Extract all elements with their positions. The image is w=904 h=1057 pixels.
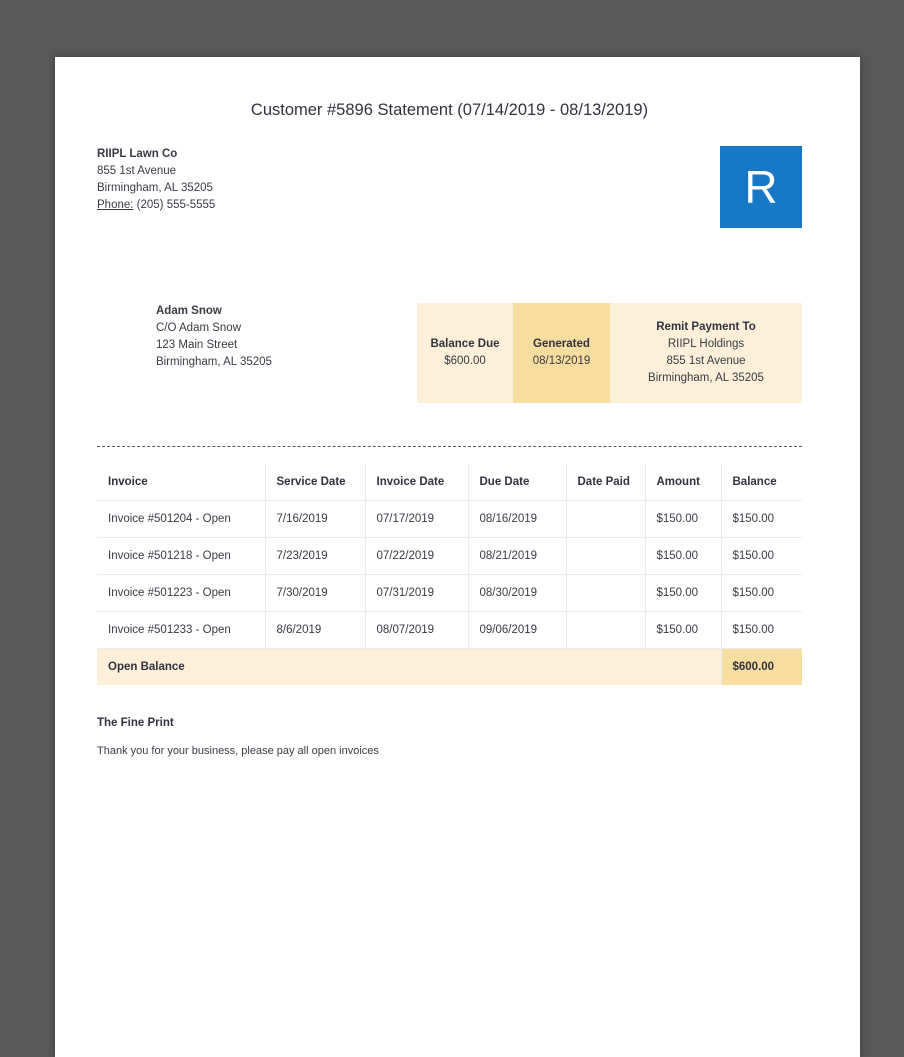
cell-invoice: Invoice #501223 - Open: [96, 574, 266, 612]
cell-balance: $150.00: [720, 500, 803, 538]
customer-name: Adam Snow: [156, 305, 222, 317]
cell-date-paid: [565, 611, 646, 649]
cell-invoice: Invoice #501218 - Open: [96, 537, 266, 575]
table-row: Invoice #501233 - Open 8/6/2019 08/07/20…: [96, 611, 803, 649]
company-block: RIIPL Lawn Co 855 1st Avenue Birmingham,…: [97, 146, 215, 214]
header-row: RIIPL Lawn Co 855 1st Avenue Birmingham,…: [97, 146, 802, 228]
cell-amount: $150.00: [644, 574, 722, 612]
company-name: RIIPL Lawn Co: [97, 148, 178, 160]
company-logo: R: [720, 146, 802, 228]
table-row: Invoice #501218 - Open 7/23/2019 07/22/2…: [96, 537, 803, 575]
cell-invoice: Invoice #501204 - Open: [96, 500, 266, 538]
remit-line-2: 855 1st Avenue: [666, 355, 746, 367]
cell-due-date: 09/06/2019: [467, 611, 567, 649]
table-row: Invoice #501223 - Open 7/30/2019 07/31/2…: [96, 574, 803, 612]
cell-balance: $150.00: [720, 537, 803, 575]
remit-payment-cell: Remit Payment To RIIPL Holdings 855 1st …: [610, 303, 802, 403]
cell-date-paid: [565, 574, 646, 612]
table-footer-row: Open Balance $600.00: [96, 648, 803, 686]
cell-balance: $150.00: [720, 574, 803, 612]
dashed-divider: [97, 446, 802, 447]
header-due-date: Due Date: [467, 463, 567, 501]
cell-due-date: 08/30/2019: [467, 574, 567, 612]
phone-label: Phone:: [97, 199, 134, 211]
header-amount: Amount: [644, 463, 722, 501]
generated-cell: Generated 08/13/2019: [513, 303, 610, 403]
cell-amount: $150.00: [644, 537, 722, 575]
balance-due-label: Balance Due: [430, 338, 500, 350]
logo-letter: R: [744, 161, 778, 213]
customer-line-1: C/O Adam Snow: [156, 322, 242, 334]
remit-line-3: Birmingham, AL 35205: [648, 372, 764, 384]
remit-line-1: RIIPL Holdings: [667, 338, 745, 350]
cell-invoice-date: 07/17/2019: [364, 500, 469, 538]
cell-service-date: 7/30/2019: [264, 574, 366, 612]
header-service-date: Service Date: [264, 463, 366, 501]
header-balance: Balance: [720, 463, 803, 501]
invoice-table: Invoice Service Date Invoice Date Due Da…: [96, 463, 803, 686]
table-row: Invoice #501204 - Open 7/16/2019 07/17/2…: [96, 500, 803, 538]
company-address-line-1: 855 1st Avenue: [97, 165, 177, 177]
header-invoice: Invoice: [96, 463, 266, 501]
fine-print-title: The Fine Print: [97, 717, 174, 729]
page-title: Customer #5896 Statement (07/14/2019 - 0…: [250, 101, 649, 119]
cell-invoice-date: 07/22/2019: [364, 537, 469, 575]
customer-line-3: Birmingham, AL 35205: [156, 356, 272, 368]
cell-service-date: 7/16/2019: [264, 500, 366, 538]
remit-label: Remit Payment To: [656, 321, 756, 333]
open-balance-label: Open Balance: [96, 648, 722, 686]
header-date-paid: Date Paid: [565, 463, 646, 501]
cell-date-paid: [565, 500, 646, 538]
company-address-line-2: Birmingham, AL 35205: [97, 182, 213, 194]
summary-strip: Balance Due $600.00 Generated 08/13/2019…: [417, 303, 802, 403]
statement-page: Customer #5896 Statement (07/14/2019 - 0…: [55, 57, 860, 1057]
fine-print-text: Thank you for your business, please pay …: [97, 745, 379, 757]
cell-due-date: 08/21/2019: [467, 537, 567, 575]
generated-value: 08/13/2019: [532, 355, 591, 367]
customer-block: Adam Snow C/O Adam Snow 123 Main Street …: [156, 303, 272, 371]
cell-service-date: 8/6/2019: [264, 611, 366, 649]
cell-invoice-date: 08/07/2019: [364, 611, 469, 649]
cell-invoice-date: 07/31/2019: [364, 574, 469, 612]
cell-amount: $150.00: [644, 611, 722, 649]
cell-due-date: 08/16/2019: [467, 500, 567, 538]
cell-amount: $150.00: [644, 500, 722, 538]
open-balance-value: $600.00: [720, 648, 803, 686]
balance-due-value: $600.00: [444, 355, 486, 367]
cell-service-date: 7/23/2019: [264, 537, 366, 575]
cell-balance: $150.00: [720, 611, 803, 649]
company-phone-line: Phone: (205) 555-5555: [97, 197, 215, 214]
billing-summary-row: Adam Snow C/O Adam Snow 123 Main Street …: [97, 303, 802, 403]
generated-label: Generated: [533, 338, 590, 350]
customer-line-2: 123 Main Street: [156, 339, 238, 351]
cell-invoice: Invoice #501233 - Open: [96, 611, 266, 649]
balance-due-cell: Balance Due $600.00: [417, 303, 513, 403]
cell-date-paid: [565, 537, 646, 575]
table-header-row: Invoice Service Date Invoice Date Due Da…: [96, 463, 803, 501]
header-invoice-date: Invoice Date: [364, 463, 469, 501]
phone-number: (205) 555-5555: [133, 199, 216, 211]
